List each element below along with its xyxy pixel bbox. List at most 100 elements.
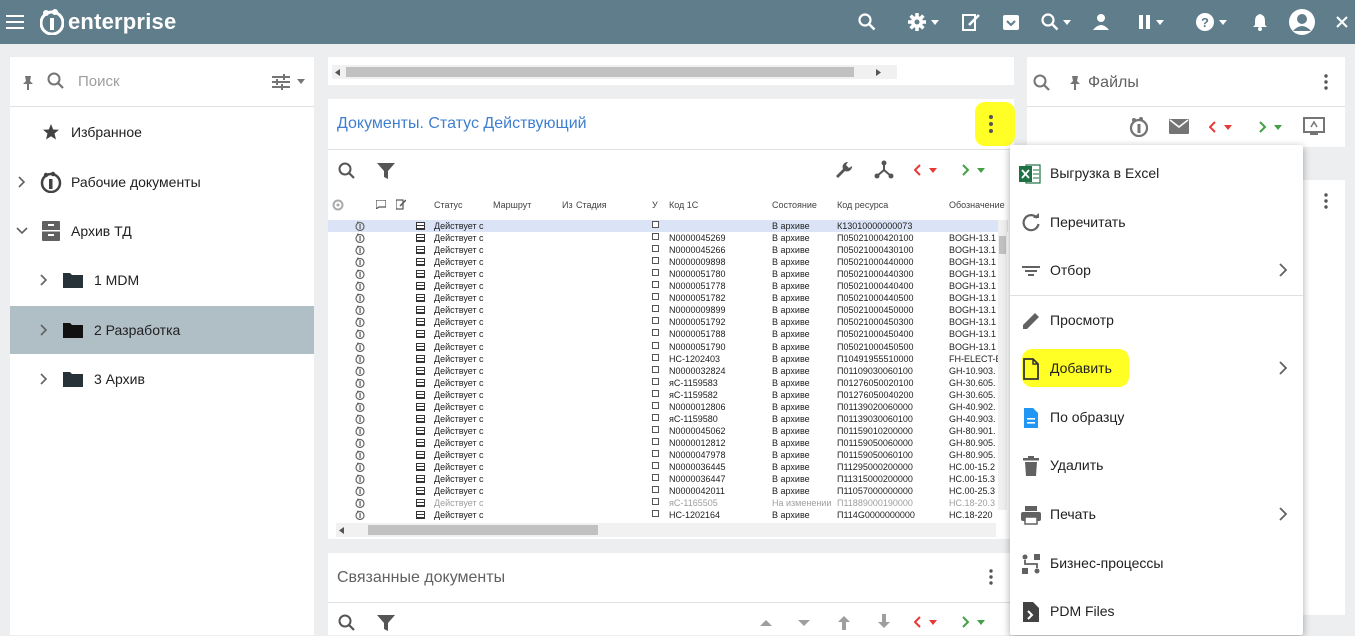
hamburger-menu-icon[interactable] bbox=[4, 0, 26, 44]
table-row[interactable]: Действует с N0000051788 В архиве П050210004… bbox=[328, 328, 1008, 340]
search-icon[interactable] bbox=[856, 0, 878, 44]
filter-icon[interactable] bbox=[376, 161, 396, 181]
table-row[interactable]: Действует с N0000009899 В архиве П050210004… bbox=[328, 304, 1008, 316]
previous-button[interactable] bbox=[914, 163, 942, 177]
table-row[interactable]: Действует с N0000051792 В архиве П050210004… bbox=[328, 316, 1008, 328]
mail-icon[interactable] bbox=[1169, 119, 1189, 135]
row-checkbox[interactable] bbox=[652, 510, 659, 518]
row-checkbox[interactable] bbox=[652, 462, 659, 469]
pause-menu-button[interactable] bbox=[1134, 0, 1168, 44]
row-checkbox[interactable] bbox=[652, 413, 659, 421]
menu-item-view[interactable]: Просмотр bbox=[1010, 297, 1303, 345]
search-icon[interactable] bbox=[1033, 74, 1051, 92]
screen-share-icon[interactable] bbox=[1303, 117, 1325, 137]
scroll-right-icon[interactable] bbox=[876, 69, 881, 76]
more-vert-icon[interactable] bbox=[1323, 193, 1329, 209]
row-checkbox[interactable] bbox=[652, 498, 659, 506]
table-row[interactable]: Действует с N0000045269 В архиве П050210004… bbox=[328, 232, 1008, 244]
row-checkbox[interactable] bbox=[652, 341, 659, 349]
scrollbar-thumb[interactable] bbox=[346, 67, 854, 77]
scroll-left-icon[interactable] bbox=[335, 69, 340, 76]
tree-item-3-archive[interactable]: 3 Архив bbox=[10, 355, 314, 403]
table-row[interactable]: Действует с яС-1159583 В архиве П0127605002… bbox=[328, 377, 1008, 389]
row-checkbox[interactable] bbox=[652, 449, 659, 457]
row-checkbox[interactable] bbox=[652, 365, 659, 373]
row-checkbox[interactable] bbox=[652, 257, 659, 265]
menu-item-reload[interactable]: Перечитать bbox=[1010, 199, 1303, 247]
row-checkbox[interactable] bbox=[652, 486, 659, 494]
table-row[interactable]: Действует с N0000036447 В архиве П113150002… bbox=[328, 473, 1008, 485]
close-icon[interactable] bbox=[1334, 0, 1350, 44]
table-row[interactable]: Действует с НС-1202164 В архиве П114G000000… bbox=[328, 509, 1008, 520]
column-route[interactable]: Маршрут bbox=[493, 200, 531, 210]
table-row[interactable]: Действует с яС-1159582 В архиве П0127605004… bbox=[328, 389, 1008, 401]
chevron-down-icon[interactable] bbox=[297, 79, 305, 85]
table-row[interactable]: Действует с В архиве К13010000000073 bbox=[328, 220, 1008, 232]
menu-item-print[interactable]: Печать bbox=[1010, 491, 1303, 539]
help-menu-button[interactable]: ? bbox=[1192, 0, 1230, 44]
menu-item-pdm-files[interactable]: PDM Files bbox=[1010, 588, 1303, 636]
table-row[interactable]: Действует с N0000012812 В архиве П011590500… bbox=[328, 437, 1008, 449]
settings-menu-button[interactable] bbox=[904, 0, 942, 44]
horizontal-scrollbar[interactable] bbox=[332, 65, 897, 79]
user-icon[interactable] bbox=[1090, 0, 1112, 44]
search-input[interactable]: Поиск bbox=[78, 73, 120, 90]
menu-item-delete[interactable]: Удалить bbox=[1010, 442, 1303, 490]
pin-icon[interactable] bbox=[1068, 75, 1082, 91]
gear-icon[interactable] bbox=[332, 199, 344, 211]
table-row[interactable]: Действует с N0000032824 В архиве П011090300… bbox=[328, 365, 1008, 377]
menu-item-business-processes[interactable]: Бизнес-процессы bbox=[1010, 540, 1303, 588]
chevron-down-icon[interactable] bbox=[16, 227, 28, 235]
row-checkbox[interactable] bbox=[652, 389, 659, 397]
table-row[interactable]: Действует с НС-1202403 В архиве П1049195551… bbox=[328, 353, 1008, 365]
table-row[interactable]: Действует с N0000012806 В архиве П011390200… bbox=[328, 401, 1008, 413]
filter-icon[interactable] bbox=[376, 613, 396, 633]
search-icon[interactable] bbox=[338, 614, 356, 632]
chevron-right-icon[interactable] bbox=[18, 176, 26, 188]
table-row[interactable]: Действует с N0000051778 В архиве П050210004… bbox=[328, 280, 1008, 292]
tree-item-archive-td[interactable]: Архив ТД bbox=[10, 207, 314, 255]
table-row[interactable]: Действует с N0000036445 В архиве П112950002… bbox=[328, 461, 1008, 473]
row-checkbox[interactable] bbox=[652, 281, 659, 289]
archive-box-icon[interactable] bbox=[1000, 0, 1022, 44]
move-up-icon[interactable] bbox=[760, 619, 772, 627]
scrollbar-thumb[interactable] bbox=[368, 525, 598, 535]
column-designation[interactable]: Обозначение bbox=[949, 200, 1005, 210]
bell-icon[interactable] bbox=[1249, 0, 1271, 44]
table-row[interactable]: Действует с N0000045266 В архиве П050210004… bbox=[328, 244, 1008, 256]
move-down-icon[interactable] bbox=[798, 619, 810, 627]
vertical-scrollbar[interactable] bbox=[998, 220, 1007, 510]
row-checkbox[interactable] bbox=[652, 245, 659, 253]
wrench-icon[interactable] bbox=[834, 160, 854, 180]
row-checkbox[interactable] bbox=[652, 377, 659, 385]
hierarchy-icon[interactable] bbox=[874, 160, 894, 180]
row-checkbox[interactable] bbox=[652, 305, 659, 313]
row-checkbox[interactable] bbox=[652, 329, 659, 337]
row-checkbox[interactable] bbox=[652, 437, 659, 445]
next-button[interactable] bbox=[962, 615, 990, 629]
row-checkbox[interactable] bbox=[652, 269, 659, 277]
avatar[interactable] bbox=[1287, 0, 1317, 44]
table-row[interactable]: Действует с яС-1159580 В архиве П0113903006… bbox=[328, 413, 1008, 425]
chevron-right-icon[interactable] bbox=[40, 274, 48, 286]
previous-button[interactable] bbox=[914, 615, 942, 629]
next-button[interactable] bbox=[962, 163, 990, 177]
search-menu-button[interactable] bbox=[1036, 0, 1076, 44]
tree-item-work-documents[interactable]: Рабочие документы bbox=[10, 158, 314, 206]
row-checkbox[interactable] bbox=[652, 474, 659, 482]
scroll-left-icon[interactable] bbox=[339, 527, 344, 534]
column-resource-code[interactable]: Код ресурса bbox=[837, 200, 888, 210]
previous-button[interactable] bbox=[1209, 120, 1237, 134]
column-stage[interactable]: Стадия bbox=[576, 200, 607, 210]
row-checkbox[interactable] bbox=[652, 233, 659, 241]
edit-document-icon[interactable] bbox=[960, 0, 982, 44]
search-icon[interactable] bbox=[338, 162, 356, 180]
table-row[interactable]: Действует с N0000051790 В архиве П050210004… bbox=[328, 341, 1008, 353]
tree-item-1-mdm[interactable]: 1 MDM bbox=[10, 256, 314, 304]
row-checkbox[interactable] bbox=[652, 293, 659, 301]
tune-icon[interactable] bbox=[272, 74, 290, 90]
more-vert-icon[interactable] bbox=[988, 569, 994, 585]
column-state[interactable]: Состояние bbox=[772, 200, 817, 210]
table-row[interactable]: Действует с N0000051780 В архиве П050210004… bbox=[328, 268, 1008, 280]
logo-icon[interactable] bbox=[1129, 117, 1149, 137]
